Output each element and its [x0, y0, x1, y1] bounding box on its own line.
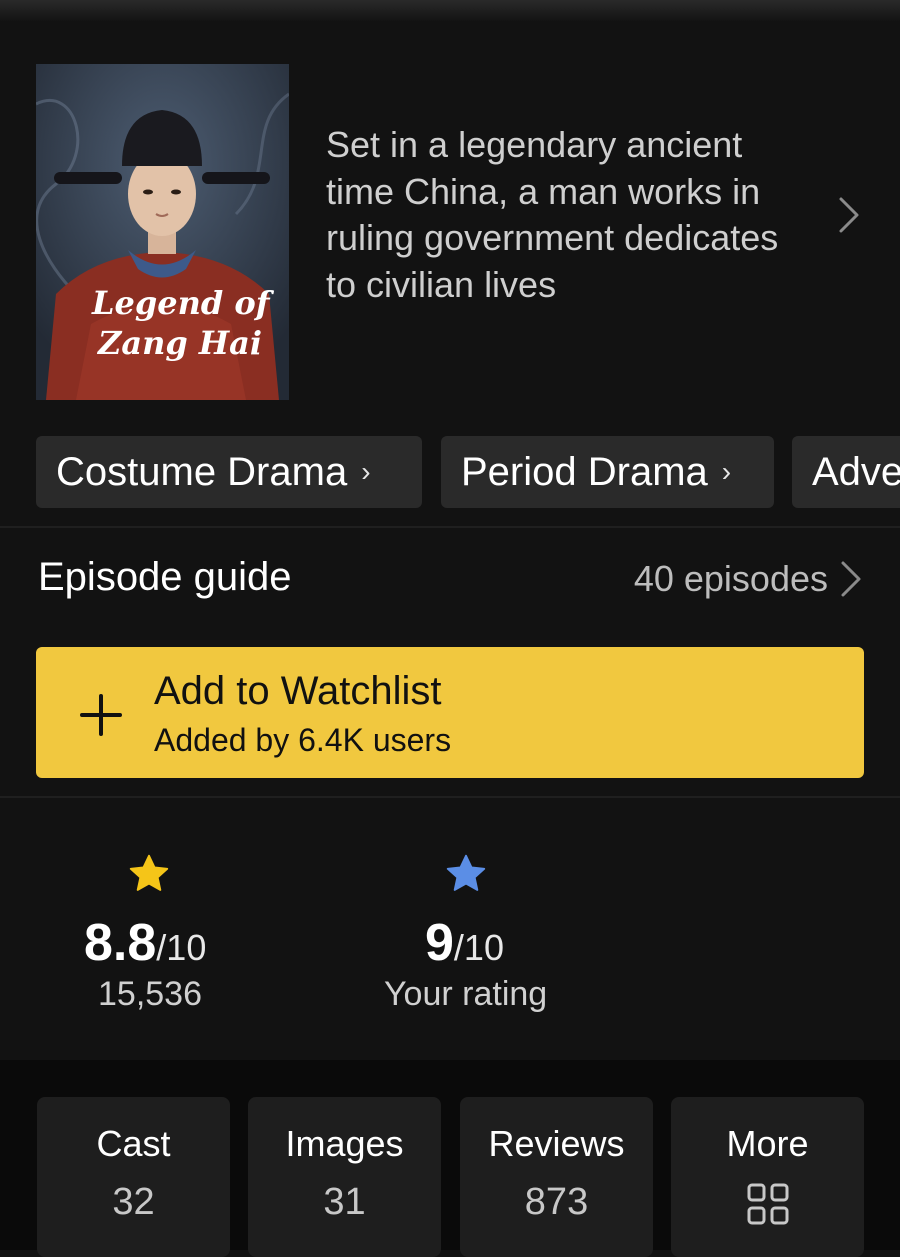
poster-image[interactable]: Legend of Zang Hai: [36, 64, 289, 400]
grid-icon: [747, 1183, 789, 1230]
imdb-rating-scale: /10: [156, 927, 207, 968]
chevron-right-icon[interactable]: [840, 560, 862, 603]
chevron-right-icon: ›: [721, 456, 732, 487]
divider: [0, 526, 900, 528]
genre-label: Costume Drama: [56, 449, 348, 494]
poster-artwork: Legend of Zang Hai: [36, 64, 289, 400]
genre-chip-adventure[interactable]: Adve: [792, 436, 900, 508]
genre-chip-costume-drama[interactable]: Costume Drama ›: [36, 436, 422, 508]
genre-chips: Costume Drama › Period Drama › Adve: [36, 436, 900, 508]
reviews-tile[interactable]: Reviews 873: [460, 1097, 653, 1257]
tile-label: Cast: [96, 1123, 171, 1164]
status-bar-area: [0, 0, 900, 22]
synopsis-text[interactable]: Set in a legendary ancient time China, a…: [326, 122, 796, 308]
tile-count: 32: [112, 1181, 155, 1223]
tile-count: 31: [323, 1181, 366, 1223]
chevron-right-icon[interactable]: [838, 196, 860, 239]
genre-label: Adve: [812, 449, 900, 494]
star-icon: [126, 851, 172, 902]
tile-label: Images: [285, 1123, 404, 1164]
user-rating-label[interactable]: Your rating: [384, 975, 547, 1014]
cast-tile[interactable]: Cast 32: [37, 1097, 230, 1257]
chevron-right-icon: ›: [361, 456, 371, 487]
tile-label: More: [726, 1123, 809, 1164]
tile-label: Reviews: [488, 1123, 625, 1164]
more-tile[interactable]: More: [671, 1097, 864, 1257]
imdb-rating: 8.8/10: [84, 913, 206, 973]
episode-guide-title[interactable]: Episode guide: [38, 555, 292, 600]
plus-icon: [80, 694, 122, 741]
add-to-watchlist-button[interactable]: Add to Watchlist Added by 6.4K users: [36, 647, 864, 778]
episode-count[interactable]: 40 episodes: [634, 558, 828, 600]
user-rating[interactable]: 9/10: [425, 913, 504, 973]
genre-label: Period Drama: [461, 449, 708, 494]
poster-title-line1: Legend of: [91, 284, 275, 322]
images-tile[interactable]: Images 31: [248, 1097, 441, 1257]
user-rating-value: 9: [425, 914, 454, 972]
genre-chip-period-drama[interactable]: Period Drama ›: [441, 436, 774, 508]
poster-title-line2: Zang Hai: [96, 324, 262, 362]
watchlist-label: Add to Watchlist: [154, 669, 442, 713]
watchlist-subtitle: Added by 6.4K users: [154, 722, 452, 758]
imdb-rating-value: 8.8: [84, 914, 157, 972]
user-star-icon[interactable]: [443, 851, 489, 902]
imdb-rating-count: 15,536: [98, 975, 202, 1013]
user-rating-scale: /10: [453, 927, 504, 968]
tile-count: 873: [524, 1181, 589, 1223]
divider: [0, 796, 900, 798]
